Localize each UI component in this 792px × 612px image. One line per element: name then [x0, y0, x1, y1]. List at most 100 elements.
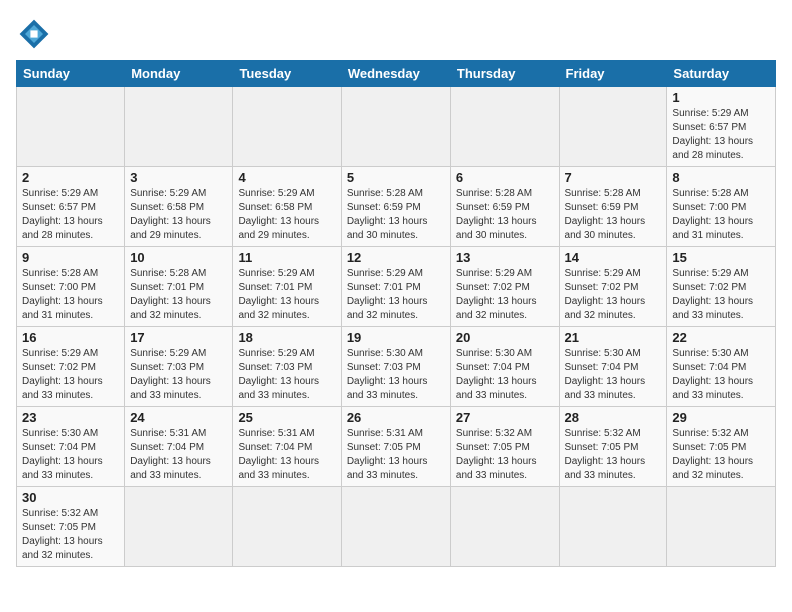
day-number: 30: [22, 490, 119, 505]
day-number: 12: [347, 250, 445, 265]
calendar-body: 1 Sunrise: 5:29 AM Sunset: 6:57 PM Daylig…: [17, 87, 776, 567]
day-number: 1: [672, 90, 770, 105]
day-number: 11: [238, 250, 335, 265]
day-cell: [125, 87, 233, 167]
day-cell: [341, 487, 450, 567]
weekday-header-cell: Monday: [125, 61, 233, 87]
day-number: 14: [565, 250, 662, 265]
day-cell: [233, 487, 341, 567]
day-number: 9: [22, 250, 119, 265]
day-info: Sunrise: 5:29 AM Sunset: 7:02 PM Dayligh…: [456, 267, 554, 323]
day-cell: 11 Sunrise: 5:29 AM Sunset: 7:01 PM Dayli…: [233, 247, 341, 327]
day-number: 16: [22, 330, 119, 345]
day-number: 10: [130, 250, 227, 265]
day-info: Sunrise: 5:28 AM Sunset: 7:01 PM Dayligh…: [130, 267, 227, 323]
day-cell: 16Sunrise: 5:29 AM Sunset: 7:02 PM Dayli…: [17, 327, 125, 407]
weekday-header-row: SundayMondayTuesdayWednesdayThursdayFrid…: [17, 61, 776, 87]
day-number: 6: [456, 170, 554, 185]
day-cell: 5Sunrise: 5:28 AM Sunset: 6:59 PM Daylig…: [341, 167, 450, 247]
day-cell: 6 Sunrise: 5:28 AM Sunset: 6:59 PM Daylig…: [450, 167, 559, 247]
logo-icon: [16, 16, 52, 52]
day-info: Sunrise: 5:32 AM Sunset: 7:05 PM Dayligh…: [672, 427, 770, 483]
week-row: 1 Sunrise: 5:29 AM Sunset: 6:57 PM Daylig…: [17, 87, 776, 167]
day-cell: 3 Sunrise: 5:29 AM Sunset: 6:58 PM Daylig…: [125, 167, 233, 247]
week-row: 9 Sunrise: 5:28 AM Sunset: 7:00 PM Daylig…: [17, 247, 776, 327]
day-cell: 4 Sunrise: 5:29 AM Sunset: 6:58 PM Daylig…: [233, 167, 341, 247]
day-cell: 10 Sunrise: 5:28 AM Sunset: 7:01 PM Dayli…: [125, 247, 233, 327]
day-info: Sunrise: 5:32 AM Sunset: 7:05 PM Dayligh…: [456, 427, 554, 483]
page-header: [16, 16, 776, 52]
day-info: Sunrise: 5:28 AM Sunset: 6:59 PM Dayligh…: [565, 187, 662, 243]
day-info: Sunrise: 5:31 AM Sunset: 7:04 PM Dayligh…: [238, 427, 335, 483]
day-cell: 1 Sunrise: 5:29 AM Sunset: 6:57 PM Daylig…: [667, 87, 776, 167]
week-row: 16Sunrise: 5:29 AM Sunset: 7:02 PM Dayli…: [17, 327, 776, 407]
day-cell: 30 Sunrise: 5:32 AM Sunset: 7:05 PM Dayli…: [17, 487, 125, 567]
day-number: 28: [565, 410, 662, 425]
day-cell: 18Sunrise: 5:29 AM Sunset: 7:03 PM Dayli…: [233, 327, 341, 407]
day-info: Sunrise: 5:29 AM Sunset: 6:58 PM Dayligh…: [238, 187, 335, 243]
day-info: Sunrise: 5:29 AM Sunset: 6:58 PM Dayligh…: [130, 187, 227, 243]
day-info: Sunrise: 5:28 AM Sunset: 6:59 PM Dayligh…: [456, 187, 554, 243]
day-cell: [450, 87, 559, 167]
day-cell: [17, 87, 125, 167]
day-number: 24: [130, 410, 227, 425]
day-cell: 21 Sunrise: 5:30 AM Sunset: 7:04 PM Dayli…: [559, 327, 667, 407]
day-cell: 24 Sunrise: 5:31 AM Sunset: 7:04 PM Dayli…: [125, 407, 233, 487]
day-info: Sunrise: 5:29 AM Sunset: 7:01 PM Dayligh…: [238, 267, 335, 323]
day-cell: 12 Sunrise: 5:29 AM Sunset: 7:01 PM Dayli…: [341, 247, 450, 327]
day-info: Sunrise: 5:30 AM Sunset: 7:03 PM Dayligh…: [347, 347, 445, 403]
day-cell: [450, 487, 559, 567]
day-cell: 28 Sunrise: 5:32 AM Sunset: 7:05 PM Dayli…: [559, 407, 667, 487]
day-cell: [559, 487, 667, 567]
day-number: 15: [672, 250, 770, 265]
day-cell: 13Sunrise: 5:29 AM Sunset: 7:02 PM Dayli…: [450, 247, 559, 327]
day-info: Sunrise: 5:30 AM Sunset: 7:04 PM Dayligh…: [672, 347, 770, 403]
day-cell: 20Sunrise: 5:30 AM Sunset: 7:04 PM Dayli…: [450, 327, 559, 407]
day-number: 3: [130, 170, 227, 185]
day-number: 21: [565, 330, 662, 345]
day-info: Sunrise: 5:29 AM Sunset: 6:57 PM Dayligh…: [22, 187, 119, 243]
day-cell: 2Sunrise: 5:29 AM Sunset: 6:57 PM Daylig…: [17, 167, 125, 247]
day-cell: [125, 487, 233, 567]
day-cell: 23Sunrise: 5:30 AM Sunset: 7:04 PM Dayli…: [17, 407, 125, 487]
day-cell: 8Sunrise: 5:28 AM Sunset: 7:00 PM Daylig…: [667, 167, 776, 247]
day-number: 23: [22, 410, 119, 425]
day-info: Sunrise: 5:31 AM Sunset: 7:04 PM Dayligh…: [130, 427, 227, 483]
weekday-header-cell: Wednesday: [341, 61, 450, 87]
day-number: 29: [672, 410, 770, 425]
weekday-header-cell: Tuesday: [233, 61, 341, 87]
day-cell: 7 Sunrise: 5:28 AM Sunset: 6:59 PM Daylig…: [559, 167, 667, 247]
weekday-header-cell: Saturday: [667, 61, 776, 87]
day-number: 27: [456, 410, 554, 425]
day-number: 7: [565, 170, 662, 185]
day-cell: 14 Sunrise: 5:29 AM Sunset: 7:02 PM Dayli…: [559, 247, 667, 327]
day-cell: [559, 87, 667, 167]
weekday-header-cell: Friday: [559, 61, 667, 87]
day-info: Sunrise: 5:29 AM Sunset: 7:02 PM Dayligh…: [672, 267, 770, 323]
day-info: Sunrise: 5:29 AM Sunset: 7:01 PM Dayligh…: [347, 267, 445, 323]
day-info: Sunrise: 5:29 AM Sunset: 6:57 PM Dayligh…: [672, 107, 770, 163]
day-info: Sunrise: 5:30 AM Sunset: 7:04 PM Dayligh…: [456, 347, 554, 403]
day-info: Sunrise: 5:29 AM Sunset: 7:02 PM Dayligh…: [565, 267, 662, 323]
day-number: 26: [347, 410, 445, 425]
week-row: 2Sunrise: 5:29 AM Sunset: 6:57 PM Daylig…: [17, 167, 776, 247]
day-info: Sunrise: 5:28 AM Sunset: 7:00 PM Dayligh…: [22, 267, 119, 323]
week-row: 30 Sunrise: 5:32 AM Sunset: 7:05 PM Dayli…: [17, 487, 776, 567]
day-cell: [667, 487, 776, 567]
day-cell: 27 Sunrise: 5:32 AM Sunset: 7:05 PM Dayli…: [450, 407, 559, 487]
day-info: Sunrise: 5:32 AM Sunset: 7:05 PM Dayligh…: [22, 507, 119, 563]
calendar-table: SundayMondayTuesdayWednesdayThursdayFrid…: [16, 60, 776, 567]
day-info: Sunrise: 5:30 AM Sunset: 7:04 PM Dayligh…: [565, 347, 662, 403]
day-cell: 9 Sunrise: 5:28 AM Sunset: 7:00 PM Daylig…: [17, 247, 125, 327]
day-cell: 26Sunrise: 5:31 AM Sunset: 7:05 PM Dayli…: [341, 407, 450, 487]
day-number: 4: [238, 170, 335, 185]
day-info: Sunrise: 5:29 AM Sunset: 7:03 PM Dayligh…: [130, 347, 227, 403]
day-info: Sunrise: 5:29 AM Sunset: 7:03 PM Dayligh…: [238, 347, 335, 403]
day-number: 22: [672, 330, 770, 345]
week-row: 23Sunrise: 5:30 AM Sunset: 7:04 PM Dayli…: [17, 407, 776, 487]
day-number: 8: [672, 170, 770, 185]
logo: [16, 16, 56, 52]
day-info: Sunrise: 5:32 AM Sunset: 7:05 PM Dayligh…: [565, 427, 662, 483]
day-cell: 29 Sunrise: 5:32 AM Sunset: 7:05 PM Dayli…: [667, 407, 776, 487]
day-cell: 22 Sunrise: 5:30 AM Sunset: 7:04 PM Dayli…: [667, 327, 776, 407]
